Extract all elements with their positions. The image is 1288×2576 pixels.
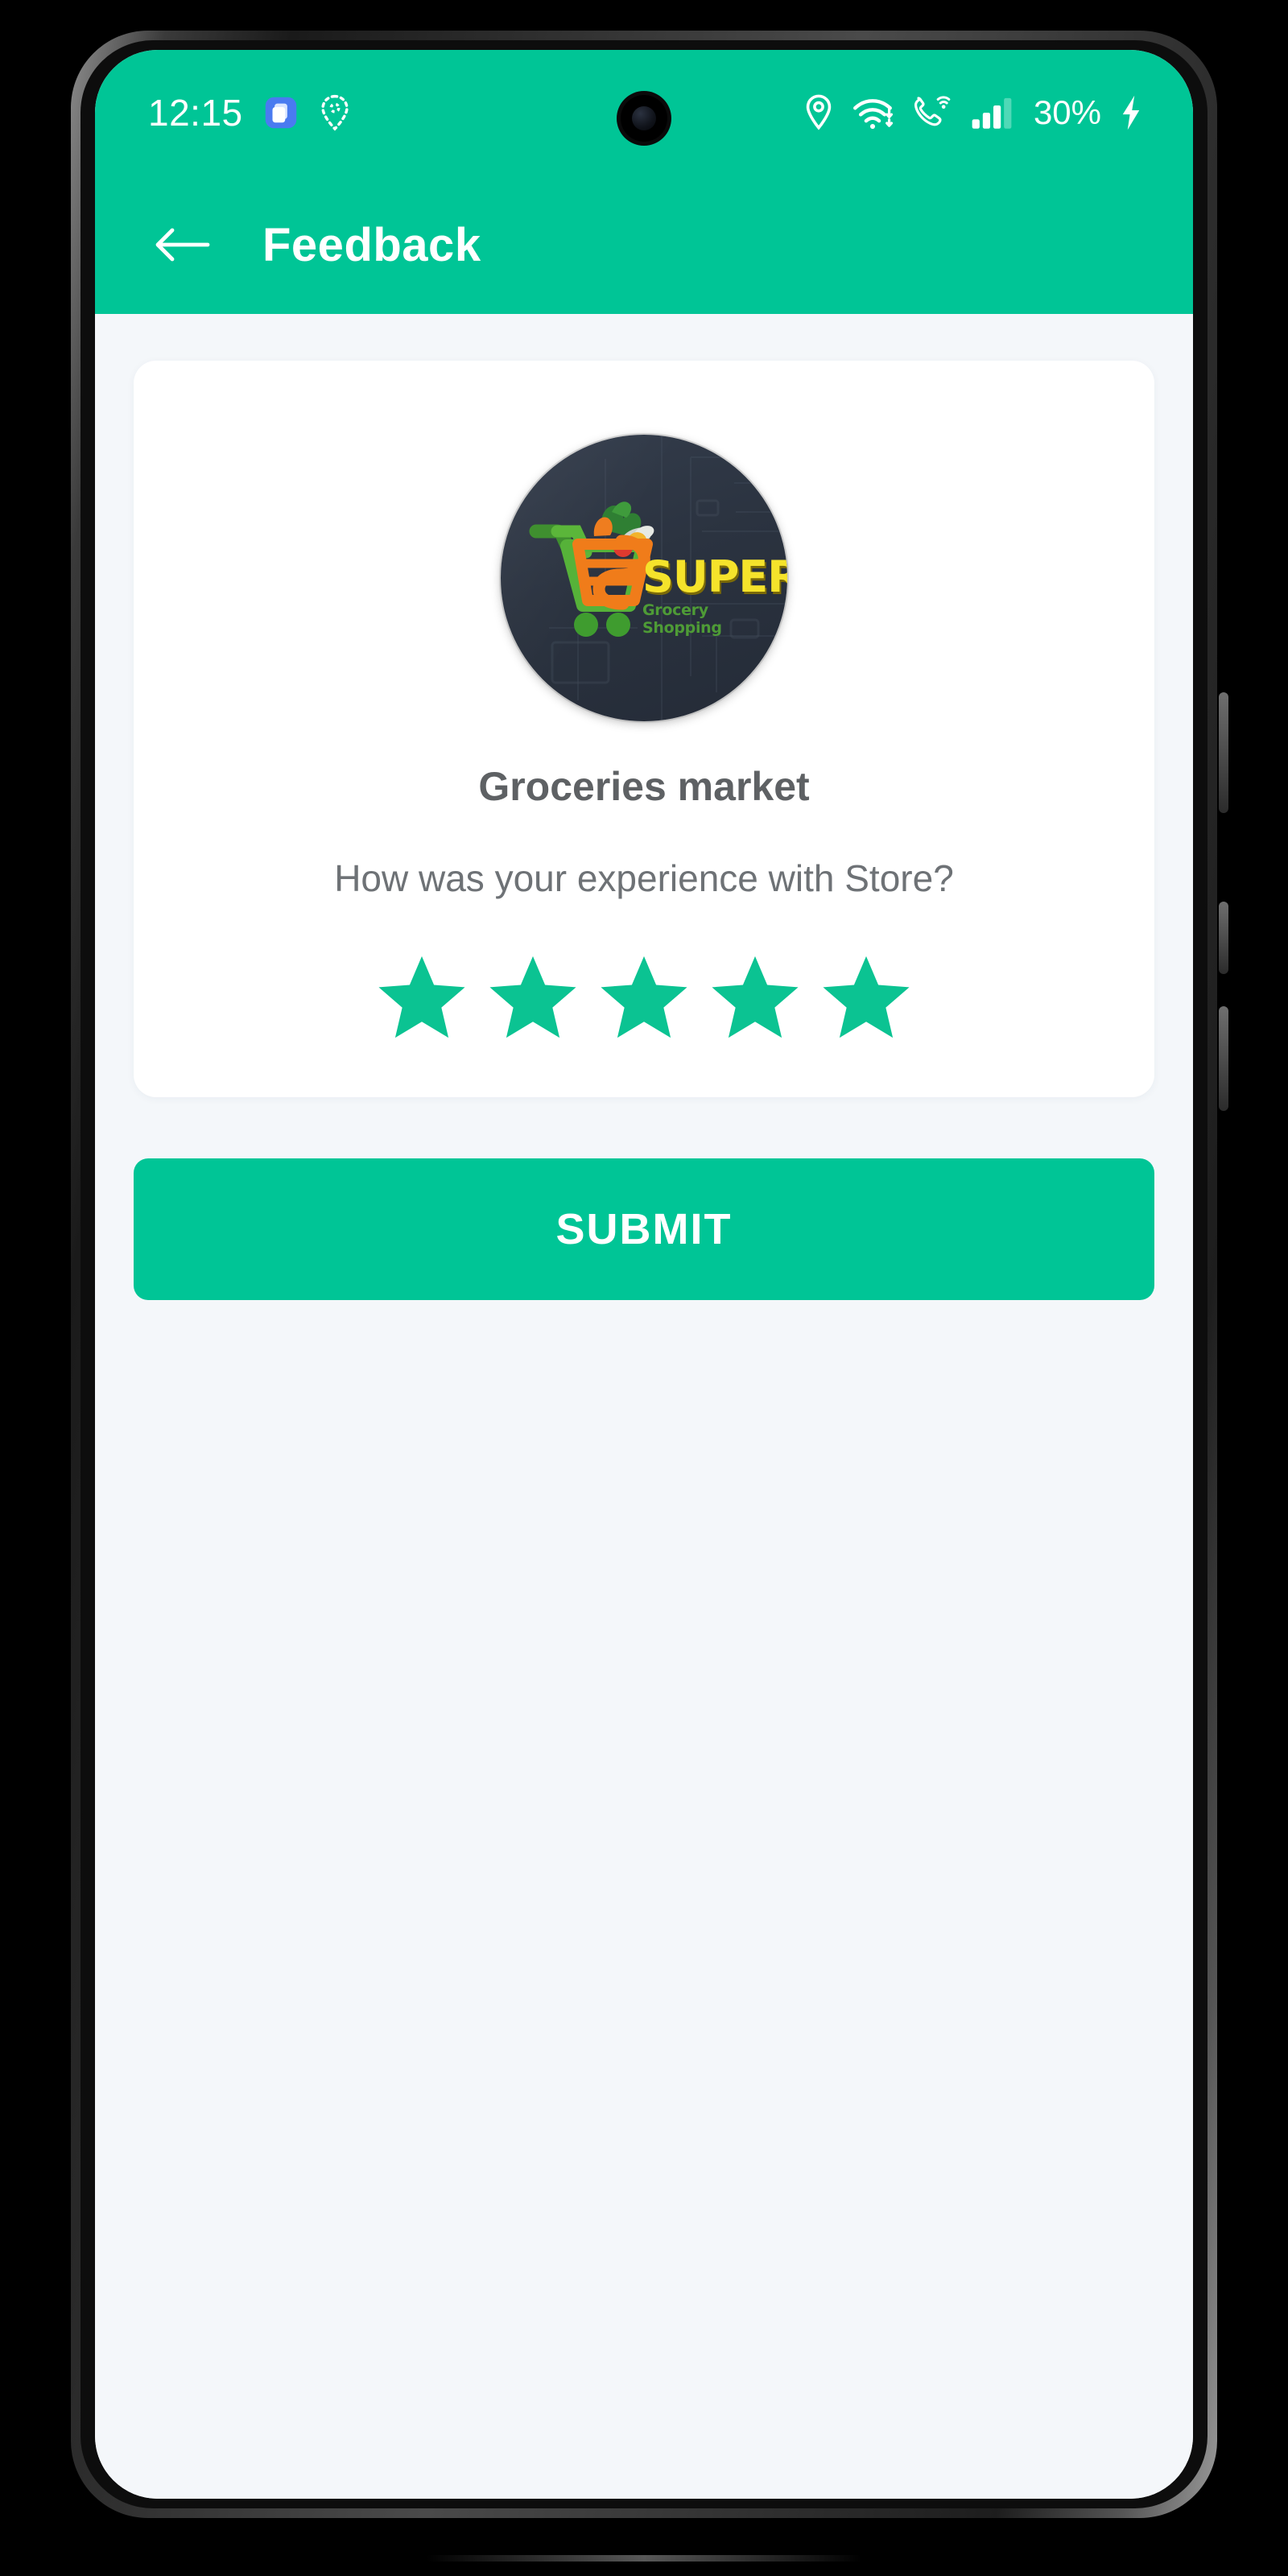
signal-bars-icon bbox=[971, 95, 1016, 130]
submit-button[interactable]: SUBMIT bbox=[134, 1158, 1154, 1300]
status-bar-right: 30% bbox=[803, 93, 1143, 132]
volume-up-button[interactable] bbox=[1219, 692, 1228, 813]
screenshot-stage: 12:15 30% Feedback SUPER Grocery Shoppin… bbox=[0, 0, 1288, 2576]
logo-brand-text: SUPER bbox=[642, 551, 787, 602]
star-3[interactable] bbox=[597, 953, 691, 1047]
rating-question: How was your experience with Store? bbox=[334, 857, 954, 899]
front-camera-punch-hole bbox=[621, 95, 667, 142]
feedback-card: SUPER Grocery Shopping Groceries market … bbox=[134, 361, 1154, 1097]
power-button[interactable] bbox=[1219, 1006, 1228, 1111]
page-title: Feedback bbox=[262, 218, 481, 271]
file-copy-icon bbox=[264, 96, 298, 130]
status-bar-clock: 12:15 bbox=[148, 92, 243, 134]
star-2[interactable] bbox=[485, 953, 580, 1047]
location-pin-icon bbox=[803, 94, 834, 131]
battery-percentage: 30% bbox=[1033, 93, 1101, 131]
star-1[interactable] bbox=[374, 953, 469, 1047]
phone-bottom-accent bbox=[427, 2555, 861, 2562]
store-logo: SUPER Grocery Shopping bbox=[501, 435, 787, 721]
page-content: SUPER Grocery Shopping Groceries market … bbox=[95, 314, 1193, 2499]
logo-tagline-text: Grocery Shopping bbox=[642, 601, 722, 637]
submit-button-wrapper: SUBMIT bbox=[134, 1158, 1154, 1300]
logo-wordmark: SUPER Grocery Shopping bbox=[642, 551, 787, 638]
status-bar: 12:15 30% bbox=[95, 50, 1193, 175]
status-bar-left: 12:15 bbox=[148, 94, 351, 131]
store-name: Groceries market bbox=[478, 764, 810, 809]
star-4[interactable] bbox=[708, 953, 803, 1047]
star-5[interactable] bbox=[819, 953, 914, 1047]
back-arrow-icon bbox=[153, 225, 211, 264]
app-bar: Feedback bbox=[95, 175, 1193, 314]
phone-screen: 12:15 30% Feedback SUPER Grocery Shoppin… bbox=[95, 50, 1193, 2499]
volume-down-button[interactable] bbox=[1219, 902, 1228, 974]
back-button[interactable] bbox=[148, 211, 216, 279]
wifi-icon bbox=[852, 95, 895, 130]
call-wifi-icon bbox=[913, 95, 953, 130]
star-rating[interactable] bbox=[166, 953, 1122, 1047]
location-dotted-icon bbox=[319, 94, 351, 131]
store-logo-wrapper: SUPER Grocery Shopping bbox=[166, 435, 1122, 721]
charging-bolt-icon bbox=[1119, 94, 1143, 131]
